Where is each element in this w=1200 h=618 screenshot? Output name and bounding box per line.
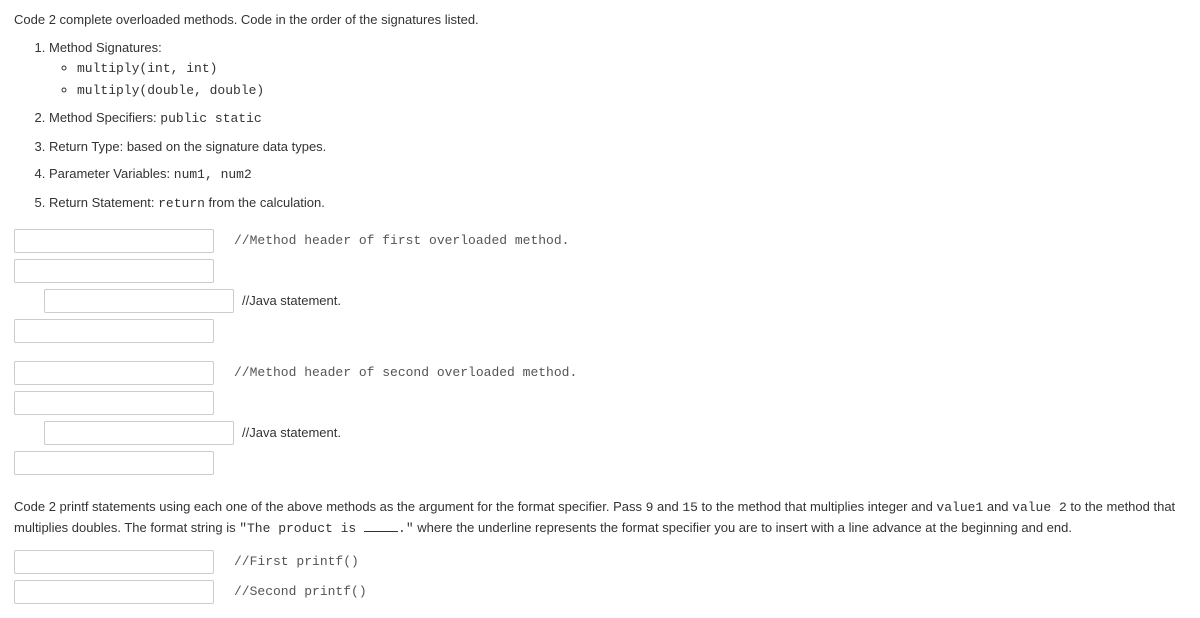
input-printf1[interactable]: [14, 550, 214, 574]
input-method1-statement[interactable]: [44, 289, 234, 313]
signature-2: multiply(double, double): [77, 80, 1186, 101]
signature-1-code: multiply(int, int): [77, 61, 217, 76]
intro-text: Code 2 complete overloaded methods. Code…: [14, 10, 1186, 30]
printf-val-value1: value1: [936, 500, 983, 515]
req-specifiers-value: public static: [160, 111, 261, 126]
signature-2-code: multiply(double, double): [77, 83, 264, 98]
signatures-sublist: multiply(int, int) multiply(double, doub…: [49, 58, 1186, 100]
input-method2-brace[interactable]: [14, 391, 214, 415]
req-signatures-label: Method Signatures:: [49, 40, 162, 55]
input-method2-statement[interactable]: [44, 421, 234, 445]
input-printf2[interactable]: [14, 580, 214, 604]
printf-val-15: 15: [682, 500, 698, 515]
req-parameters-value: num1, num2: [174, 167, 252, 182]
req-return-statement-label: Return Statement:: [49, 195, 158, 210]
printf-text-6: where the underline represents the forma…: [414, 520, 1072, 535]
printf-format-close: .": [398, 521, 414, 536]
comment-method1-header: //Method header of first overloaded meth…: [234, 231, 569, 251]
req-specifiers: Method Specifiers: public static: [49, 108, 1186, 129]
input-method1-header[interactable]: [14, 229, 214, 253]
comment-method1-statement: //Java statement.: [242, 291, 341, 311]
req-return-statement: Return Statement: return from the calcul…: [49, 193, 1186, 214]
input-method1-brace[interactable]: [14, 259, 214, 283]
printf-text-4: and: [983, 499, 1012, 514]
input-method2-close[interactable]: [14, 451, 214, 475]
row-printf1: //First printf(): [14, 548, 1186, 576]
printf-text-3: to the method that multiplies integer an…: [698, 499, 936, 514]
row-method2-brace: [14, 389, 1186, 417]
requirements-list: Method Signatures: multiply(int, int) mu…: [14, 38, 1186, 214]
comment-printf2: //Second printf(): [234, 582, 367, 602]
req-return-type: Return Type: based on the signature data…: [49, 137, 1186, 157]
comment-method2-statement: //Java statement.: [242, 423, 341, 443]
req-parameters: Parameter Variables: num1, num2: [49, 164, 1186, 185]
format-blank: [364, 520, 398, 532]
row-method1-close: [14, 317, 1186, 345]
input-method1-close[interactable]: [14, 319, 214, 343]
printf-text-1: Code 2 printf statements using each one …: [14, 499, 646, 514]
row-method2-header: //Method header of second overloaded met…: [14, 359, 1186, 387]
req-return-type-label: Return Type:: [49, 139, 123, 154]
req-specifiers-label: Method Specifiers:: [49, 110, 160, 125]
input-method2-header[interactable]: [14, 361, 214, 385]
row-method2-statement: //Java statement.: [14, 419, 1186, 447]
req-parameters-label: Parameter Variables:: [49, 166, 174, 181]
printf-val-value2: value 2: [1012, 500, 1067, 515]
row-method1-header: //Method header of first overloaded meth…: [14, 227, 1186, 255]
comment-method2-header: //Method header of second overloaded met…: [234, 363, 577, 383]
row-method1-statement: //Java statement.: [14, 287, 1186, 315]
comment-printf1: //First printf(): [234, 552, 359, 572]
row-method1-brace: [14, 257, 1186, 285]
printf-instructions: Code 2 printf statements using each one …: [14, 497, 1186, 538]
printf-format-open: "The product is: [239, 521, 364, 536]
signature-1: multiply(int, int): [77, 58, 1186, 79]
req-return-statement-code: return: [158, 196, 205, 211]
req-return-statement-rest: from the calculation.: [205, 195, 325, 210]
req-return-type-rest: based on the signature data types.: [123, 139, 326, 154]
req-signatures: Method Signatures: multiply(int, int) mu…: [49, 38, 1186, 101]
printf-text-2: and: [653, 499, 682, 514]
row-printf2: //Second printf(): [14, 578, 1186, 606]
row-method2-close: [14, 449, 1186, 477]
